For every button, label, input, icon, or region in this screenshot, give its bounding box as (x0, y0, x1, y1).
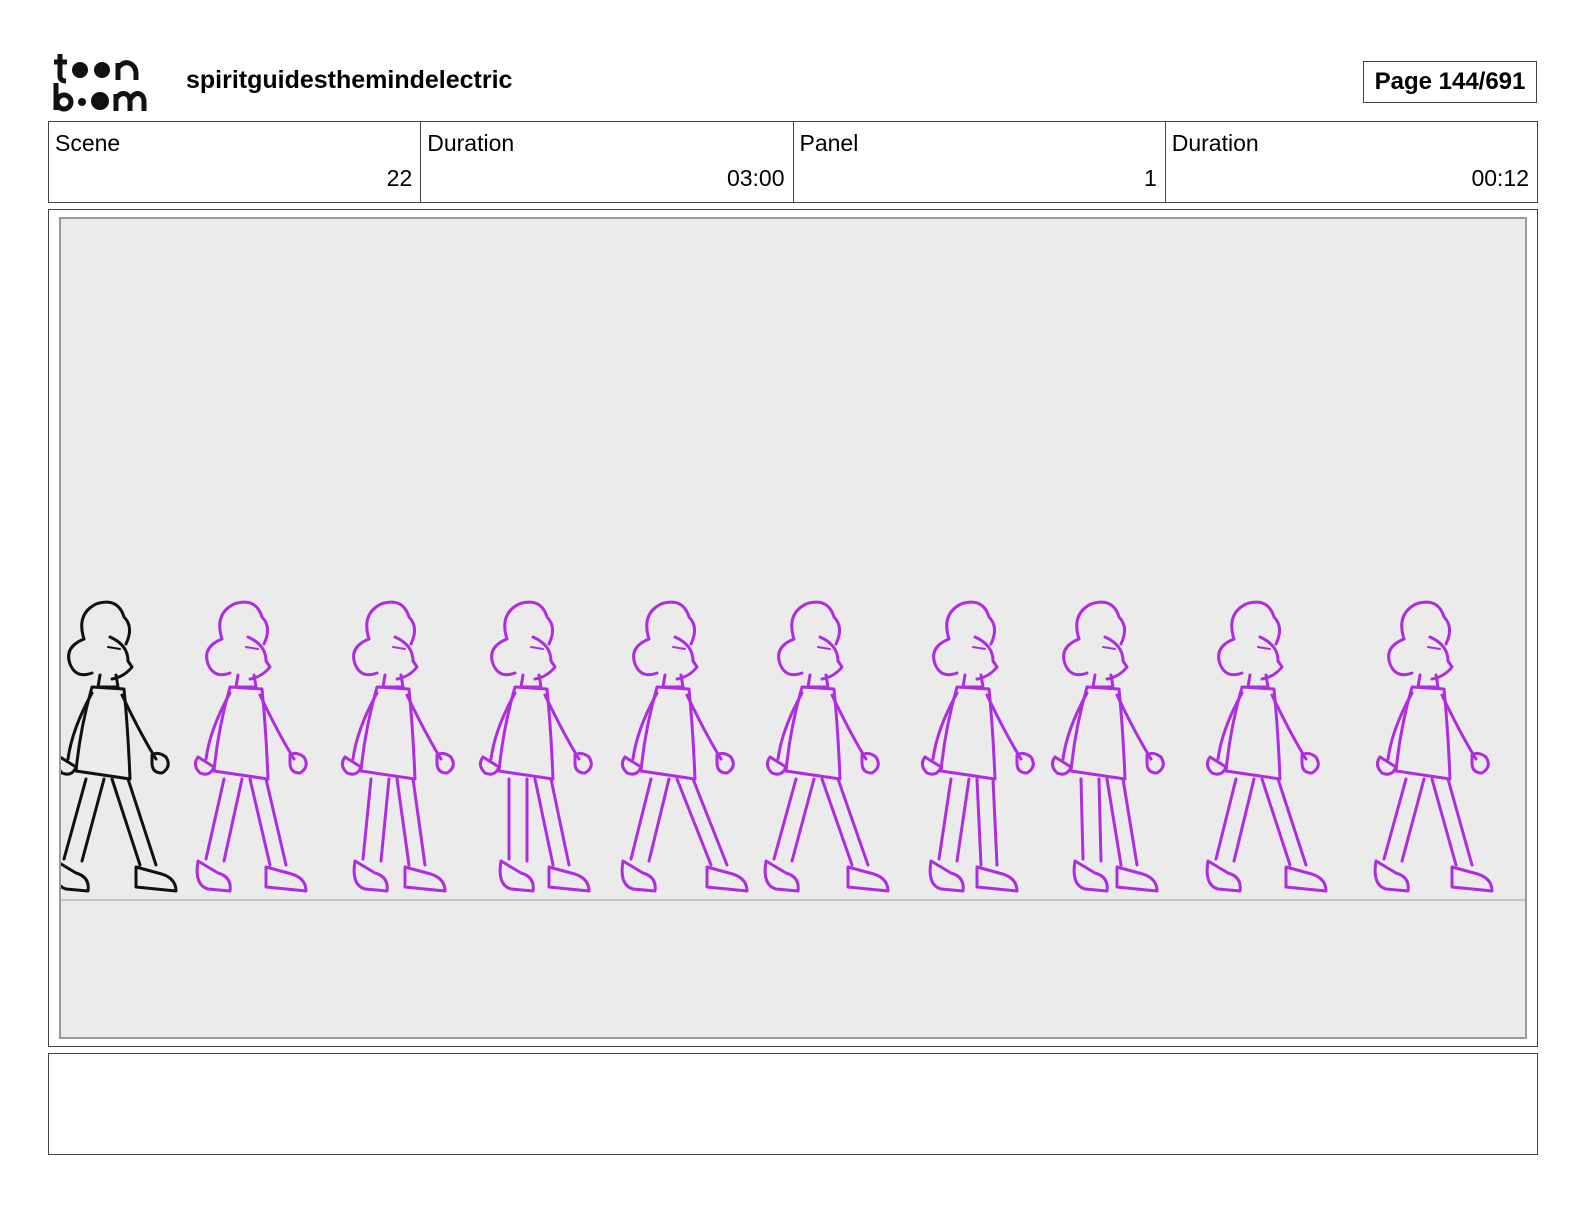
scene-label: Scene (55, 130, 121, 156)
panel-value: 1 (1143, 165, 1157, 191)
page-indicator: Page 144/691 (1363, 61, 1537, 103)
toon-boom-logo (50, 50, 165, 114)
scene-info-table: Scene 22 Duration 03:00 Panel 1 Duration… (48, 121, 1538, 203)
scene-duration-cell: Duration 03:00 (421, 122, 794, 202)
scene-cell: Scene 22 (49, 122, 422, 202)
walking-character-onion-skin (920, 600, 1035, 893)
scene-duration-value: 03:00 (726, 165, 785, 191)
panel-duration-label: Duration (1171, 130, 1259, 156)
walk-cycle-drawing (61, 600, 1525, 901)
panel-label: Panel (799, 130, 859, 156)
scene-value: 22 (386, 165, 413, 191)
walking-character-onion-skin (1205, 600, 1328, 893)
project-title: spiritguidesthemindelectric (186, 66, 513, 94)
walking-character-onion-skin (193, 600, 308, 893)
panel-duration-value: 00:12 (1471, 165, 1529, 191)
panel-image[interactable] (59, 217, 1527, 1039)
scene-duration-label: Duration (427, 130, 515, 156)
panel-duration-cell: Duration 00:12 (1166, 122, 1537, 202)
walking-character-onion-skin (340, 600, 455, 893)
panel-frame (48, 209, 1538, 1047)
walking-character-onion-skin (763, 600, 890, 893)
caption-box[interactable] (48, 1053, 1538, 1155)
walking-character-onion-skin (1050, 600, 1165, 893)
walking-character-onion-skin (478, 600, 593, 893)
panel-cell: Panel 1 (794, 122, 1166, 202)
walking-character-onion-skin (620, 600, 749, 893)
walking-character-onion-skin (1373, 600, 1494, 893)
walking-character (61, 600, 178, 893)
